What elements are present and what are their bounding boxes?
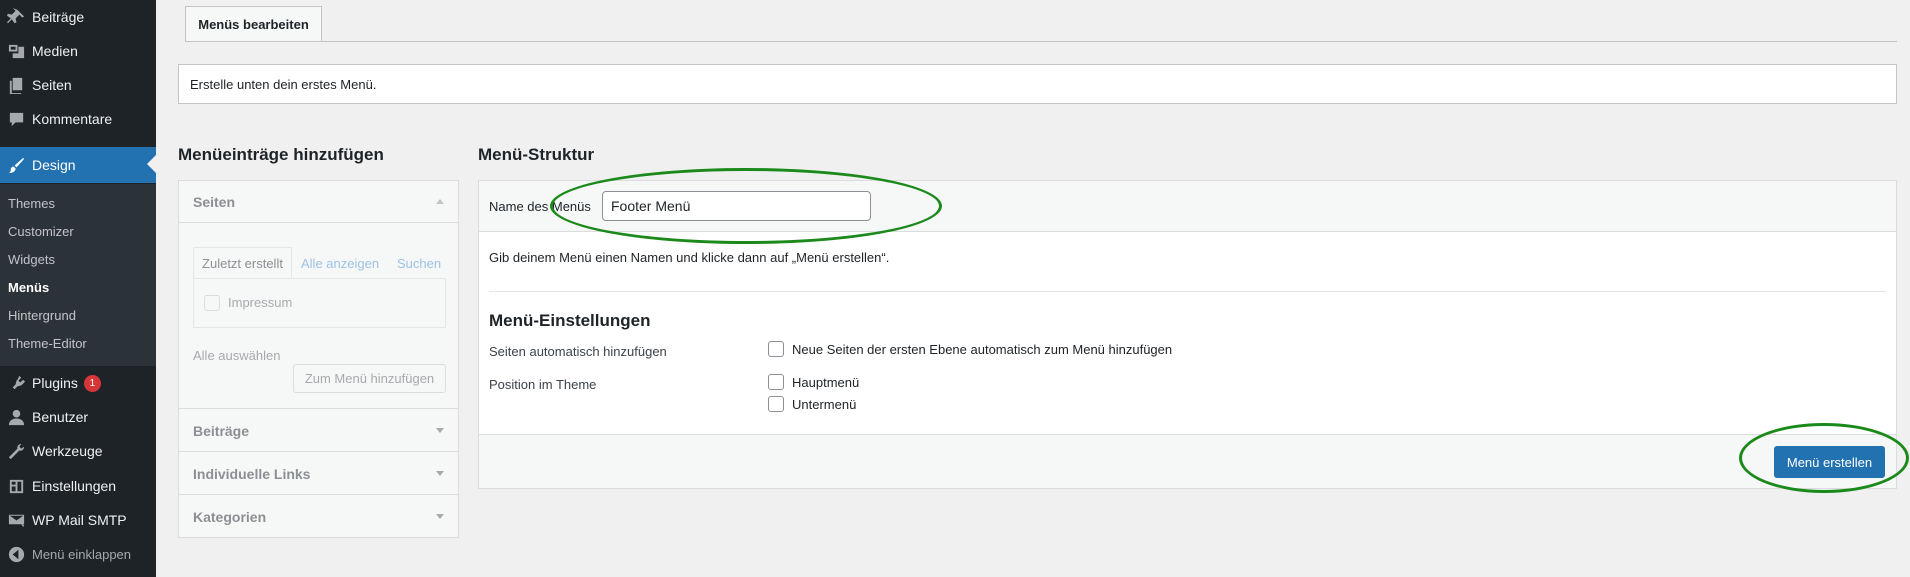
- menu-name-label: Name des Menüs: [489, 199, 591, 214]
- caret-down-icon: [436, 514, 444, 519]
- main-menu-checkbox[interactable]: [768, 374, 784, 390]
- admin-sidebar: Beiträge Medien Seiten Kommentare Design…: [0, 0, 156, 577]
- location-label: Untermenü: [792, 396, 857, 412]
- update-count-badge: 1: [83, 374, 101, 392]
- accordion-label: Beiträge: [193, 422, 250, 439]
- select-all-link[interactable]: Alle auswählen: [193, 348, 280, 363]
- sidebar-item-label: Einstellungen: [32, 478, 117, 494]
- submenu-item-themes[interactable]: Themes: [8, 194, 55, 214]
- tab-view-all[interactable]: Alle anzeigen: [301, 248, 379, 278]
- auto-add-checkbox[interactable]: [768, 341, 784, 357]
- pages-icon: [0, 76, 32, 95]
- submenu-item-widgets[interactable]: Widgets: [8, 250, 55, 270]
- add-items-accordion: Seiten Zuletzt erstellt Alle anzeigen Su…: [178, 180, 459, 538]
- add-to-menu-button[interactable]: Zum Menü hinzufügen: [293, 364, 446, 393]
- instruction-text: Gib deinem Menü einen Namen und klicke d…: [489, 250, 890, 265]
- pages-list: Impressum: [193, 278, 446, 328]
- location-option-main[interactable]: Hauptmenü: [768, 374, 859, 390]
- sidebar-item-label: Design: [32, 157, 76, 173]
- sidebar-item-label: WP Mail SMTP: [32, 512, 127, 528]
- collapse-icon: [0, 545, 32, 564]
- sidebar-item-label: Beiträge: [32, 9, 85, 25]
- sidebar-item-label: Seiten: [32, 77, 72, 93]
- settings-icon: [0, 477, 32, 496]
- tab-divider: [185, 41, 1897, 42]
- accordion-label: Kategorien: [193, 509, 267, 525]
- add-items-title: Menüeinträge hinzufügen: [178, 145, 384, 164]
- menu-structure-panel: Name des Menüs Gib deinem Menü einen Nam…: [478, 180, 1897, 489]
- pages-panel: Zuletzt erstellt Alle anzeigen Suchen Im…: [179, 224, 458, 409]
- design-submenu: Themes Customizer Widgets Menüs Hintergr…: [0, 184, 156, 366]
- sidebar-item-label: Kommentare: [32, 111, 113, 127]
- sidebar-item-settings[interactable]: Einstellungen: [0, 469, 156, 503]
- menu-structure-footer: Menü erstellen: [479, 434, 1896, 488]
- accordion-custom-links-header[interactable]: Individuelle Links: [179, 453, 458, 495]
- sidebar-item-posts[interactable]: Beiträge: [0, 0, 156, 34]
- mail-icon: [0, 511, 32, 530]
- sidebar-item-label: Benutzer: [32, 409, 89, 425]
- notice-box: Erstelle unten dein erstes Menü.: [178, 64, 1897, 104]
- caret-up-icon: [436, 199, 444, 204]
- sidebar-item-tools[interactable]: Werkzeuge: [0, 434, 156, 468]
- theme-location-label: Position im Theme: [489, 377, 597, 392]
- caret-down-icon: [436, 471, 444, 476]
- sidebar-item-users[interactable]: Benutzer: [0, 400, 156, 434]
- sidebar-item-media[interactable]: Medien: [0, 34, 156, 68]
- tab-edit-menus[interactable]: Menüs bearbeiten: [185, 6, 322, 42]
- auto-add-option[interactable]: Neue Seiten der ersten Ebene automatisch…: [768, 341, 1172, 357]
- current-pointer: [147, 155, 156, 173]
- auto-add-label: Seiten automatisch hinzufügen: [489, 344, 667, 359]
- sidebar-item-comments[interactable]: Kommentare: [0, 102, 156, 136]
- sidebar-item-pages[interactable]: Seiten: [0, 68, 156, 102]
- page-checkbox[interactable]: [204, 295, 220, 311]
- location-option-sub[interactable]: Untermenü: [768, 396, 856, 412]
- accordion-pages-header[interactable]: Seiten: [179, 181, 458, 223]
- caret-down-icon: [436, 428, 444, 433]
- tab-recent[interactable]: Zuletzt erstellt: [193, 247, 292, 279]
- submenu-item-theme-editor[interactable]: Theme-Editor: [8, 334, 87, 354]
- menu-name-input[interactable]: [602, 191, 871, 221]
- sidebar-item-label: Plugins: [32, 375, 78, 391]
- submenu-item-menus[interactable]: Menüs: [8, 278, 49, 298]
- auto-add-option-label: Neue Seiten der ersten Ebene automatisch…: [792, 341, 1173, 357]
- sidebar-item-wp-mail-smtp[interactable]: WP Mail SMTP: [0, 503, 156, 537]
- divider: [489, 291, 1886, 292]
- accordion-label: Individuelle Links: [193, 465, 311, 482]
- sidebar-item-plugins[interactable]: Plugins 1: [0, 366, 156, 400]
- collapse-menu-button[interactable]: Menü einklappen: [0, 537, 156, 571]
- notice-text: Erstelle unten dein erstes Menü.: [190, 76, 377, 92]
- pin-icon: [0, 7, 32, 27]
- accordion-label: Seiten: [193, 193, 236, 210]
- menu-settings-title: Menü-Einstellungen: [489, 311, 651, 330]
- location-label: Hauptmenü: [792, 374, 860, 390]
- sidebar-item-design[interactable]: Design: [0, 147, 156, 183]
- accordion-categories-header[interactable]: Kategorien: [179, 496, 458, 538]
- sidebar-item-label: Medien: [32, 43, 78, 59]
- tab-search[interactable]: Suchen: [397, 248, 441, 278]
- plugin-icon: [0, 374, 32, 393]
- media-icon: [0, 42, 32, 61]
- sidebar-item-label: Werkzeuge: [32, 443, 103, 459]
- accordion-posts-header[interactable]: Beiträge: [179, 410, 458, 452]
- comment-icon: [0, 110, 32, 129]
- submenu-item-customizer[interactable]: Customizer: [8, 222, 74, 242]
- sub-menu-checkbox[interactable]: [768, 396, 784, 412]
- user-icon: [0, 408, 32, 427]
- sidebar-item-label: Menü einklappen: [32, 546, 132, 562]
- submenu-item-background[interactable]: Hintergrund: [8, 306, 76, 326]
- menu-name-bar: Name des Menüs: [479, 181, 1896, 232]
- page-label: Impressum: [228, 295, 293, 310]
- brush-icon: [0, 156, 32, 175]
- wrench-icon: [0, 442, 32, 461]
- menu-structure-title: Menü-Struktur: [478, 145, 595, 164]
- create-menu-button[interactable]: Menü erstellen: [1774, 446, 1885, 478]
